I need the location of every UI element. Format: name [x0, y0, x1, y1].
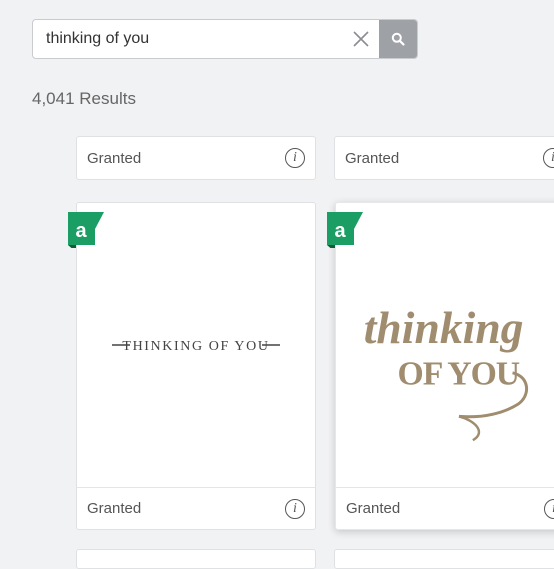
preview-title: THINKING OF YOU — [122, 339, 269, 354]
preview-artwork: THINKING OF YOU — [112, 339, 280, 354]
art-word-of-you: OF YOU — [397, 356, 519, 393]
art-word-thinking: thinking — [364, 302, 524, 353]
result-card[interactable]: Granted i — [334, 136, 554, 180]
card-preview: THINKING OF YOU — [77, 203, 315, 487]
thinking-of-you-artwork: thinking OF YOU — [364, 302, 529, 442]
card-status: Granted — [87, 500, 142, 517]
clear-search-button[interactable] — [343, 20, 379, 58]
card-status: Granted — [345, 149, 400, 167]
info-icon[interactable]: i — [543, 148, 554, 168]
card-footer: Granted i — [335, 137, 554, 179]
card-footer: Granted i — [77, 137, 315, 179]
info-icon[interactable]: i — [285, 148, 305, 168]
result-card[interactable] — [334, 549, 554, 569]
result-card[interactable]: a THINKING OF YOU Granted i — [68, 202, 316, 530]
result-card[interactable]: a thinking OF YOU Granted i — [327, 202, 554, 530]
info-icon[interactable]: i — [544, 498, 554, 519]
results-count: 4,041 Results — [32, 89, 136, 108]
info-icon[interactable]: i — [285, 498, 305, 519]
result-card[interactable] — [76, 549, 316, 569]
card-footer: Granted i — [336, 487, 554, 529]
result-card[interactable]: Granted i — [76, 136, 316, 180]
close-icon — [353, 31, 369, 47]
search-bar — [32, 19, 418, 59]
card-status: Granted — [87, 149, 142, 167]
card-status: Granted — [346, 500, 401, 517]
card-footer: Granted i — [77, 487, 315, 529]
search-input[interactable] — [33, 20, 343, 58]
search-icon — [391, 32, 405, 46]
card-preview: thinking OF YOU — [336, 203, 554, 487]
search-button[interactable] — [379, 20, 417, 58]
